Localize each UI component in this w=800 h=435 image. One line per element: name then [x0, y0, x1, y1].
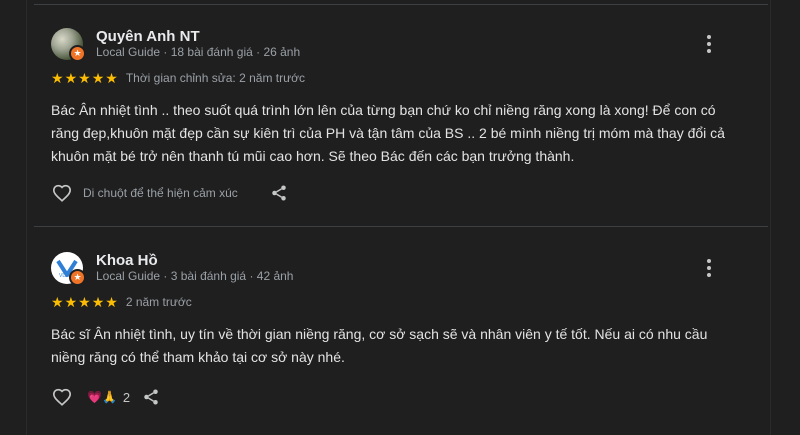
star-icon: ★: [78, 294, 91, 310]
share-icon[interactable]: [140, 386, 162, 408]
review-date: Thời gian chỉnh sửa: 2 năm trước: [125, 71, 306, 85]
star-icon: ★: [91, 294, 105, 310]
local-guide-badge-icon: ★: [69, 269, 86, 286]
divider: [34, 226, 768, 227]
reviewer-meta: Local Guide · 18 bài đánh giá · 26 ảnh: [96, 45, 301, 59]
star-icon: ★: [78, 70, 91, 86]
more-options-icon[interactable]: [700, 256, 718, 280]
avatar[interactable]: VLAB ★: [51, 252, 86, 286]
reaction-hint: Di chuột để thể hiện cảm xúc: [83, 186, 238, 200]
review-card: ★ Quyên Anh NT Local Guide · 18 bài đánh…: [34, 18, 768, 228]
star-icon: ★: [105, 70, 118, 86]
star-icon: ★: [105, 294, 118, 310]
review-date: 2 năm trước: [125, 295, 192, 309]
rating-row: ★ ★ ★ ★ ★ 2 năm trước: [51, 295, 192, 309]
reviewer-name[interactable]: Quyên Anh NT: [96, 28, 200, 45]
review-actions: Di chuột để thể hiện cảm xúc: [51, 182, 290, 204]
reaction-count: 2: [122, 389, 131, 405]
review-text: Bác Ân nhiệt tình .. theo suốt quá trình…: [51, 102, 725, 164]
rating-stars: ★ ★ ★ ★ ★: [51, 295, 118, 309]
reviewer-meta: Local Guide · 3 bài đánh giá · 42 ảnh: [96, 269, 294, 283]
star-icon: ★: [51, 70, 64, 86]
star-icon: ★: [51, 294, 64, 310]
right-border: [770, 0, 771, 435]
local-guide-badge-icon: ★: [69, 45, 86, 62]
reviewer-name[interactable]: Khoa Hồ: [96, 252, 158, 269]
reaction-emoji: 💗🙏: [87, 390, 117, 404]
star-icon: ★: [64, 294, 78, 310]
rating-row: ★ ★ ★ ★ ★ Thời gian chỉnh sửa: 2 năm trư…: [51, 71, 305, 85]
star-icon: ★: [64, 70, 78, 86]
review-card: VLAB ★ Khoa Hồ Local Guide · 3 bài đánh …: [34, 242, 768, 435]
review-actions: 💗🙏 2: [51, 386, 162, 408]
left-border: [26, 0, 27, 435]
heart-icon[interactable]: [51, 182, 73, 204]
reaction-summary[interactable]: 💗🙏 2: [87, 390, 130, 405]
more-options-icon[interactable]: [700, 32, 718, 56]
share-icon[interactable]: [268, 182, 290, 204]
heart-icon[interactable]: [51, 386, 73, 408]
star-icon: ★: [91, 70, 105, 86]
divider: [34, 4, 768, 5]
rating-stars: ★ ★ ★ ★ ★: [51, 71, 118, 85]
avatar[interactable]: ★: [51, 28, 86, 62]
review-text: Bác sĩ Ân nhiệt tình, uy tín về thời gia…: [51, 326, 708, 365]
